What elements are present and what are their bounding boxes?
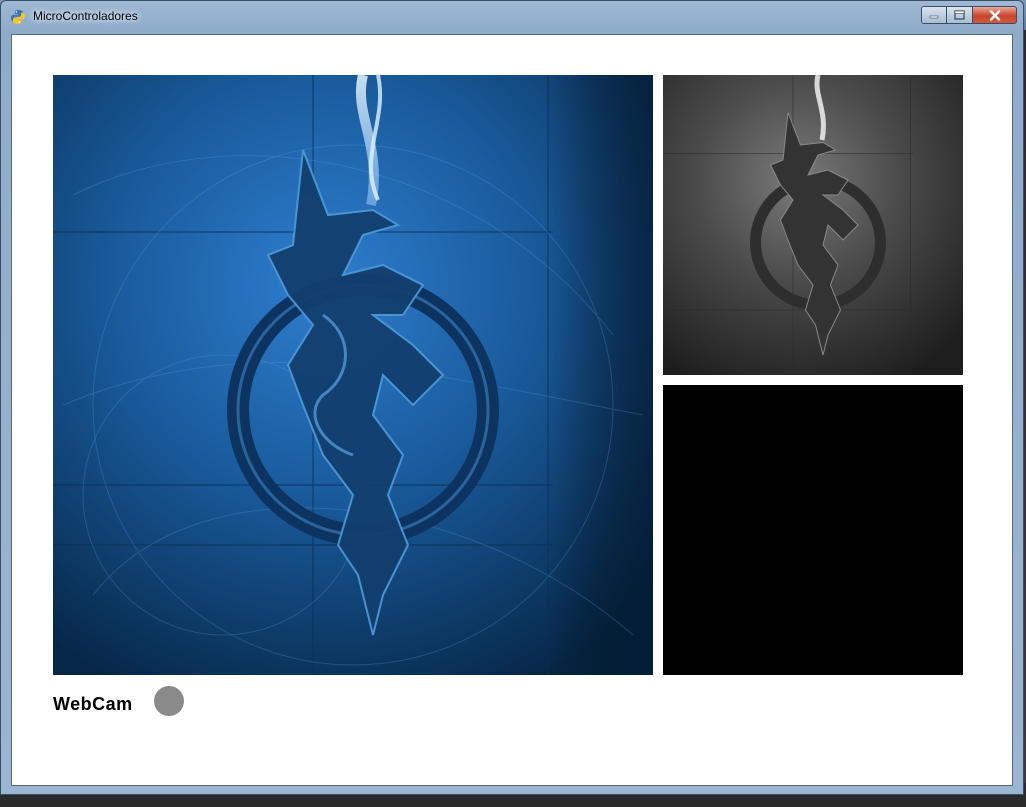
client-area: WebCam bbox=[11, 34, 1013, 786]
maximize-icon bbox=[954, 10, 965, 20]
minimize-icon bbox=[929, 15, 939, 19]
black-output-panel bbox=[663, 385, 963, 675]
minimize-button[interactable] bbox=[921, 6, 947, 24]
app-window: MicroControladores WebCam bbox=[0, 0, 1024, 795]
webcam-toggle-button[interactable] bbox=[154, 686, 184, 716]
close-button[interactable] bbox=[973, 6, 1017, 24]
grayscale-view bbox=[663, 75, 963, 375]
webcam-label: WebCam bbox=[53, 694, 133, 714]
main-camera-view bbox=[53, 75, 653, 675]
dragon-emblem-gray-image bbox=[663, 75, 963, 375]
close-icon bbox=[989, 9, 1000, 21]
maximize-button[interactable] bbox=[947, 6, 973, 24]
dragon-emblem-image bbox=[53, 75, 653, 675]
window-title: MicroControladores bbox=[33, 9, 138, 23]
python-snake-icon bbox=[11, 10, 25, 24]
window-controls bbox=[921, 6, 1017, 26]
title-bar[interactable]: MicroControladores bbox=[1, 1, 1023, 31]
